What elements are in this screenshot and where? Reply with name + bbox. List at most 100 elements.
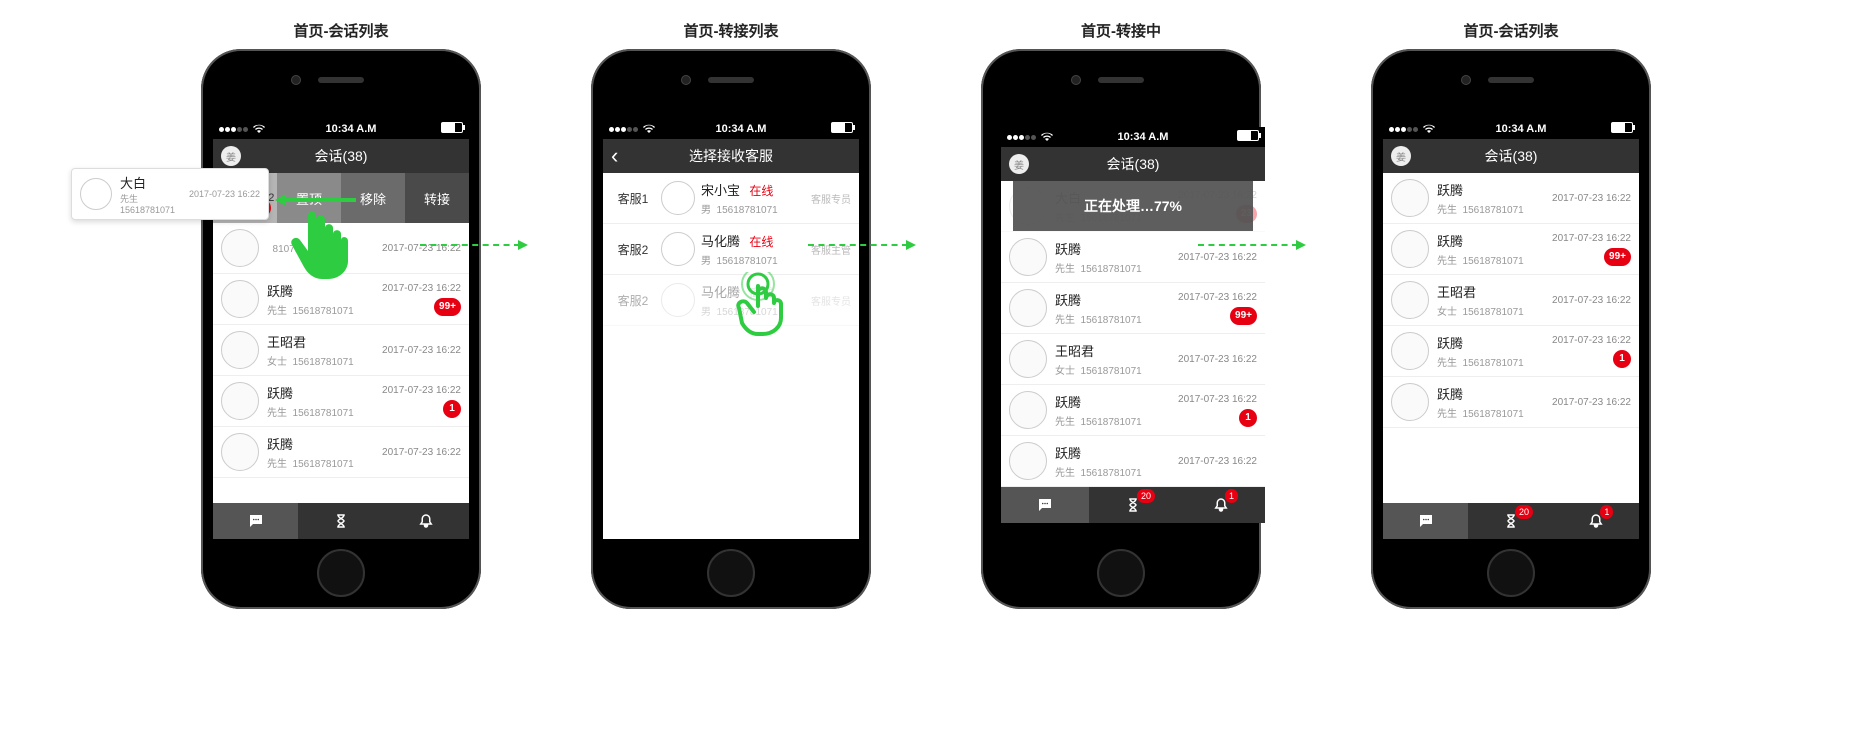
profile-avatar-button[interactable]: 姜: [1009, 154, 1029, 174]
row-time: 2017-07-23 16:22: [1552, 397, 1631, 408]
avatar: [221, 280, 259, 318]
row-name: 跃腾: [267, 383, 382, 402]
agent-status: 在线: [749, 184, 773, 198]
row-time: 2017-07-23 16:22: [1178, 354, 1257, 365]
tab-chat[interactable]: [213, 503, 298, 539]
agent-name: 马化腾: [701, 285, 740, 300]
navbar: 姜 会话(38): [1001, 147, 1265, 181]
agent-sub: 男 15618781071: [701, 201, 811, 216]
flow-arrow-icon: [808, 244, 908, 246]
tab-pending[interactable]: 20: [1089, 487, 1177, 523]
avatar: [661, 283, 695, 317]
chat-icon: [247, 512, 265, 530]
row-name: 王昭君: [267, 332, 382, 351]
status-bar: 10:34 A.M: [1001, 127, 1265, 147]
conversation-row[interactable]: 跃腾 先生 15618781071 2017-07-23 16:22: [213, 427, 469, 478]
hourglass-icon: [332, 512, 350, 530]
conversation-row[interactable]: 跃腾 先生 15618781071 2017-07-23 16:22: [1383, 377, 1639, 428]
wifi-icon: [253, 124, 265, 134]
conversation-row[interactable]: 跃腾 先生 15618781071 2017-07-23 16:22 99+: [213, 274, 469, 325]
back-button[interactable]: ‹: [611, 145, 618, 167]
row-time: 2017-07-23 16:22: [1178, 292, 1257, 303]
status-bar: 10:34 A.M: [603, 119, 859, 139]
conversation-row[interactable]: 跃腾 先生 15618781071 2017-07-23 16:22 1: [213, 376, 469, 427]
flow-arrow-icon: [420, 244, 520, 246]
row-sub: 先生 15618781071: [1055, 260, 1178, 275]
tab-pending[interactable]: 20: [1468, 503, 1553, 539]
row-time: 2017-07-23 16:22: [1552, 295, 1631, 306]
avatar: [1009, 442, 1047, 480]
navbar: ‹ 选择接收客服: [603, 139, 859, 173]
conversation-row[interactable]: 81071 2017-07-23 16:22: [213, 223, 469, 274]
column-2: 首页-转接列表 10:34 A.M ‹ 选择接收客服 客服1 宋小宝 在线 男 …: [591, 20, 871, 609]
home-button[interactable]: [1487, 549, 1535, 597]
conversation-list[interactable]: 大白 先生 15618781071 2017-07-23 16:22 23 跃腾…: [1001, 181, 1265, 487]
conversation-row[interactable]: 王昭君 女士 15618781071 2017-07-23 16:22: [1001, 334, 1265, 385]
agent-name: 宋小宝: [701, 183, 740, 198]
avatar: [661, 181, 695, 215]
conversation-row[interactable]: 跃腾 先生 15618781071 2017-07-23 16:22 1: [1001, 385, 1265, 436]
unread-badge: 1: [443, 400, 461, 418]
agent-row[interactable]: 客服2 马化腾 在线 男 15618781071 客服主管: [603, 224, 859, 275]
remove-button[interactable]: 移除: [341, 173, 405, 223]
conversation-row[interactable]: 跃腾 先生 15618781071 2017-07-23 16:22 99+: [1001, 283, 1265, 334]
conversation-row[interactable]: 跃腾 先生 15618781071 2017-07-23 16:22 1: [1383, 326, 1639, 377]
row-name: 跃腾: [267, 281, 382, 300]
conversation-row[interactable]: 王昭君 女士 15618781071 2017-07-23 16:22: [1383, 275, 1639, 326]
tab-pending[interactable]: [298, 503, 383, 539]
conversation-list[interactable]: 跃腾 先生 15618781071 2017-07-23 16:22 跃腾 先生…: [1383, 173, 1639, 503]
row-sub: 先生 15618781071: [267, 455, 382, 470]
profile-avatar-button[interactable]: 姜: [221, 146, 241, 166]
transfer-button[interactable]: 转接: [405, 173, 469, 223]
row-sub: 先生 15618781071: [267, 302, 382, 317]
row-name: 跃腾: [267, 434, 382, 453]
row-sub: 先生 15618781071: [1437, 405, 1552, 420]
row-sub: 先生 15618781071: [1055, 311, 1178, 326]
profile-avatar-button[interactable]: 姜: [1391, 146, 1411, 166]
conversation-row[interactable]: 跃腾 先生 15618781071 2017-07-23 16:22: [1001, 436, 1265, 487]
avatar: [80, 178, 112, 210]
home-button[interactable]: [707, 549, 755, 597]
conversation-list[interactable]: 07-23 16:22 23 置顶 移除 转接 81071 2017-07-23…: [213, 173, 469, 503]
flow-arrow-icon: [1198, 244, 1298, 246]
unread-badge: 1: [1613, 350, 1631, 368]
avatar: [221, 433, 259, 471]
agent-list[interactable]: 客服1 宋小宝 在线 男 15618781071 客服专员 客服2 马化腾 在线…: [603, 173, 859, 539]
chat-icon: [1036, 496, 1054, 514]
conversation-row[interactable]: 跃腾 先生 15618781071 2017-07-23 16:22: [1383, 173, 1639, 224]
row-time: 2017-07-23 16:22: [1178, 252, 1257, 263]
tab-notify[interactable]: 1: [1177, 487, 1265, 523]
avatar: [1391, 383, 1429, 421]
conversation-row[interactable]: 王昭君 女士 15618781071 2017-07-23 16:22: [213, 325, 469, 376]
row-name: 跃腾: [1055, 290, 1178, 309]
agent-row[interactable]: 客服1 宋小宝 在线 男 15618781071 客服专员: [603, 173, 859, 224]
tab-chat[interactable]: [1001, 487, 1089, 523]
caption: 首页-会话列表: [294, 20, 389, 41]
agent-role: 客服专员: [811, 191, 851, 206]
tab-notify[interactable]: [384, 503, 469, 539]
tab-chat[interactable]: [1383, 503, 1468, 539]
tab-notify[interactable]: 1: [1554, 503, 1639, 539]
avatar: [1391, 281, 1429, 319]
conversation-row[interactable]: 跃腾 先生 15618781071 2017-07-23 16:22 99+: [1383, 224, 1639, 275]
home-button[interactable]: [317, 549, 365, 597]
agent-status: 在线: [749, 235, 773, 249]
phone-frame: 10:34 A.M 姜 会话(38) 跃腾 先生 15618781071 201…: [1371, 49, 1651, 609]
avatar: [661, 232, 695, 266]
row-sub: 先生 15618781071: [1437, 201, 1552, 216]
nav-title: 会话(38): [1107, 154, 1160, 174]
home-button[interactable]: [1097, 549, 1145, 597]
wifi-icon: [643, 124, 655, 134]
row-time: 2017-07-23 16:22: [382, 447, 461, 458]
row-name: 跃腾: [1437, 180, 1552, 199]
agent-status: 离线: [749, 286, 773, 300]
row-name: 跃腾: [1055, 392, 1178, 411]
tabbar: 20 1: [1383, 503, 1639, 539]
row-sub: 81071: [267, 244, 382, 255]
pin-button[interactable]: 置顶: [277, 173, 341, 223]
agent-row[interactable]: 客服2 马化腾 离线 男 15618781071 客服专员: [603, 275, 859, 326]
row-name: 跃腾: [1437, 231, 1552, 250]
row-sub: 先生 15618781071: [1437, 354, 1552, 369]
row-sub: 女士 15618781071: [267, 353, 382, 368]
conversation-row[interactable]: 跃腾 先生 15618781071 2017-07-23 16:22: [1001, 232, 1265, 283]
